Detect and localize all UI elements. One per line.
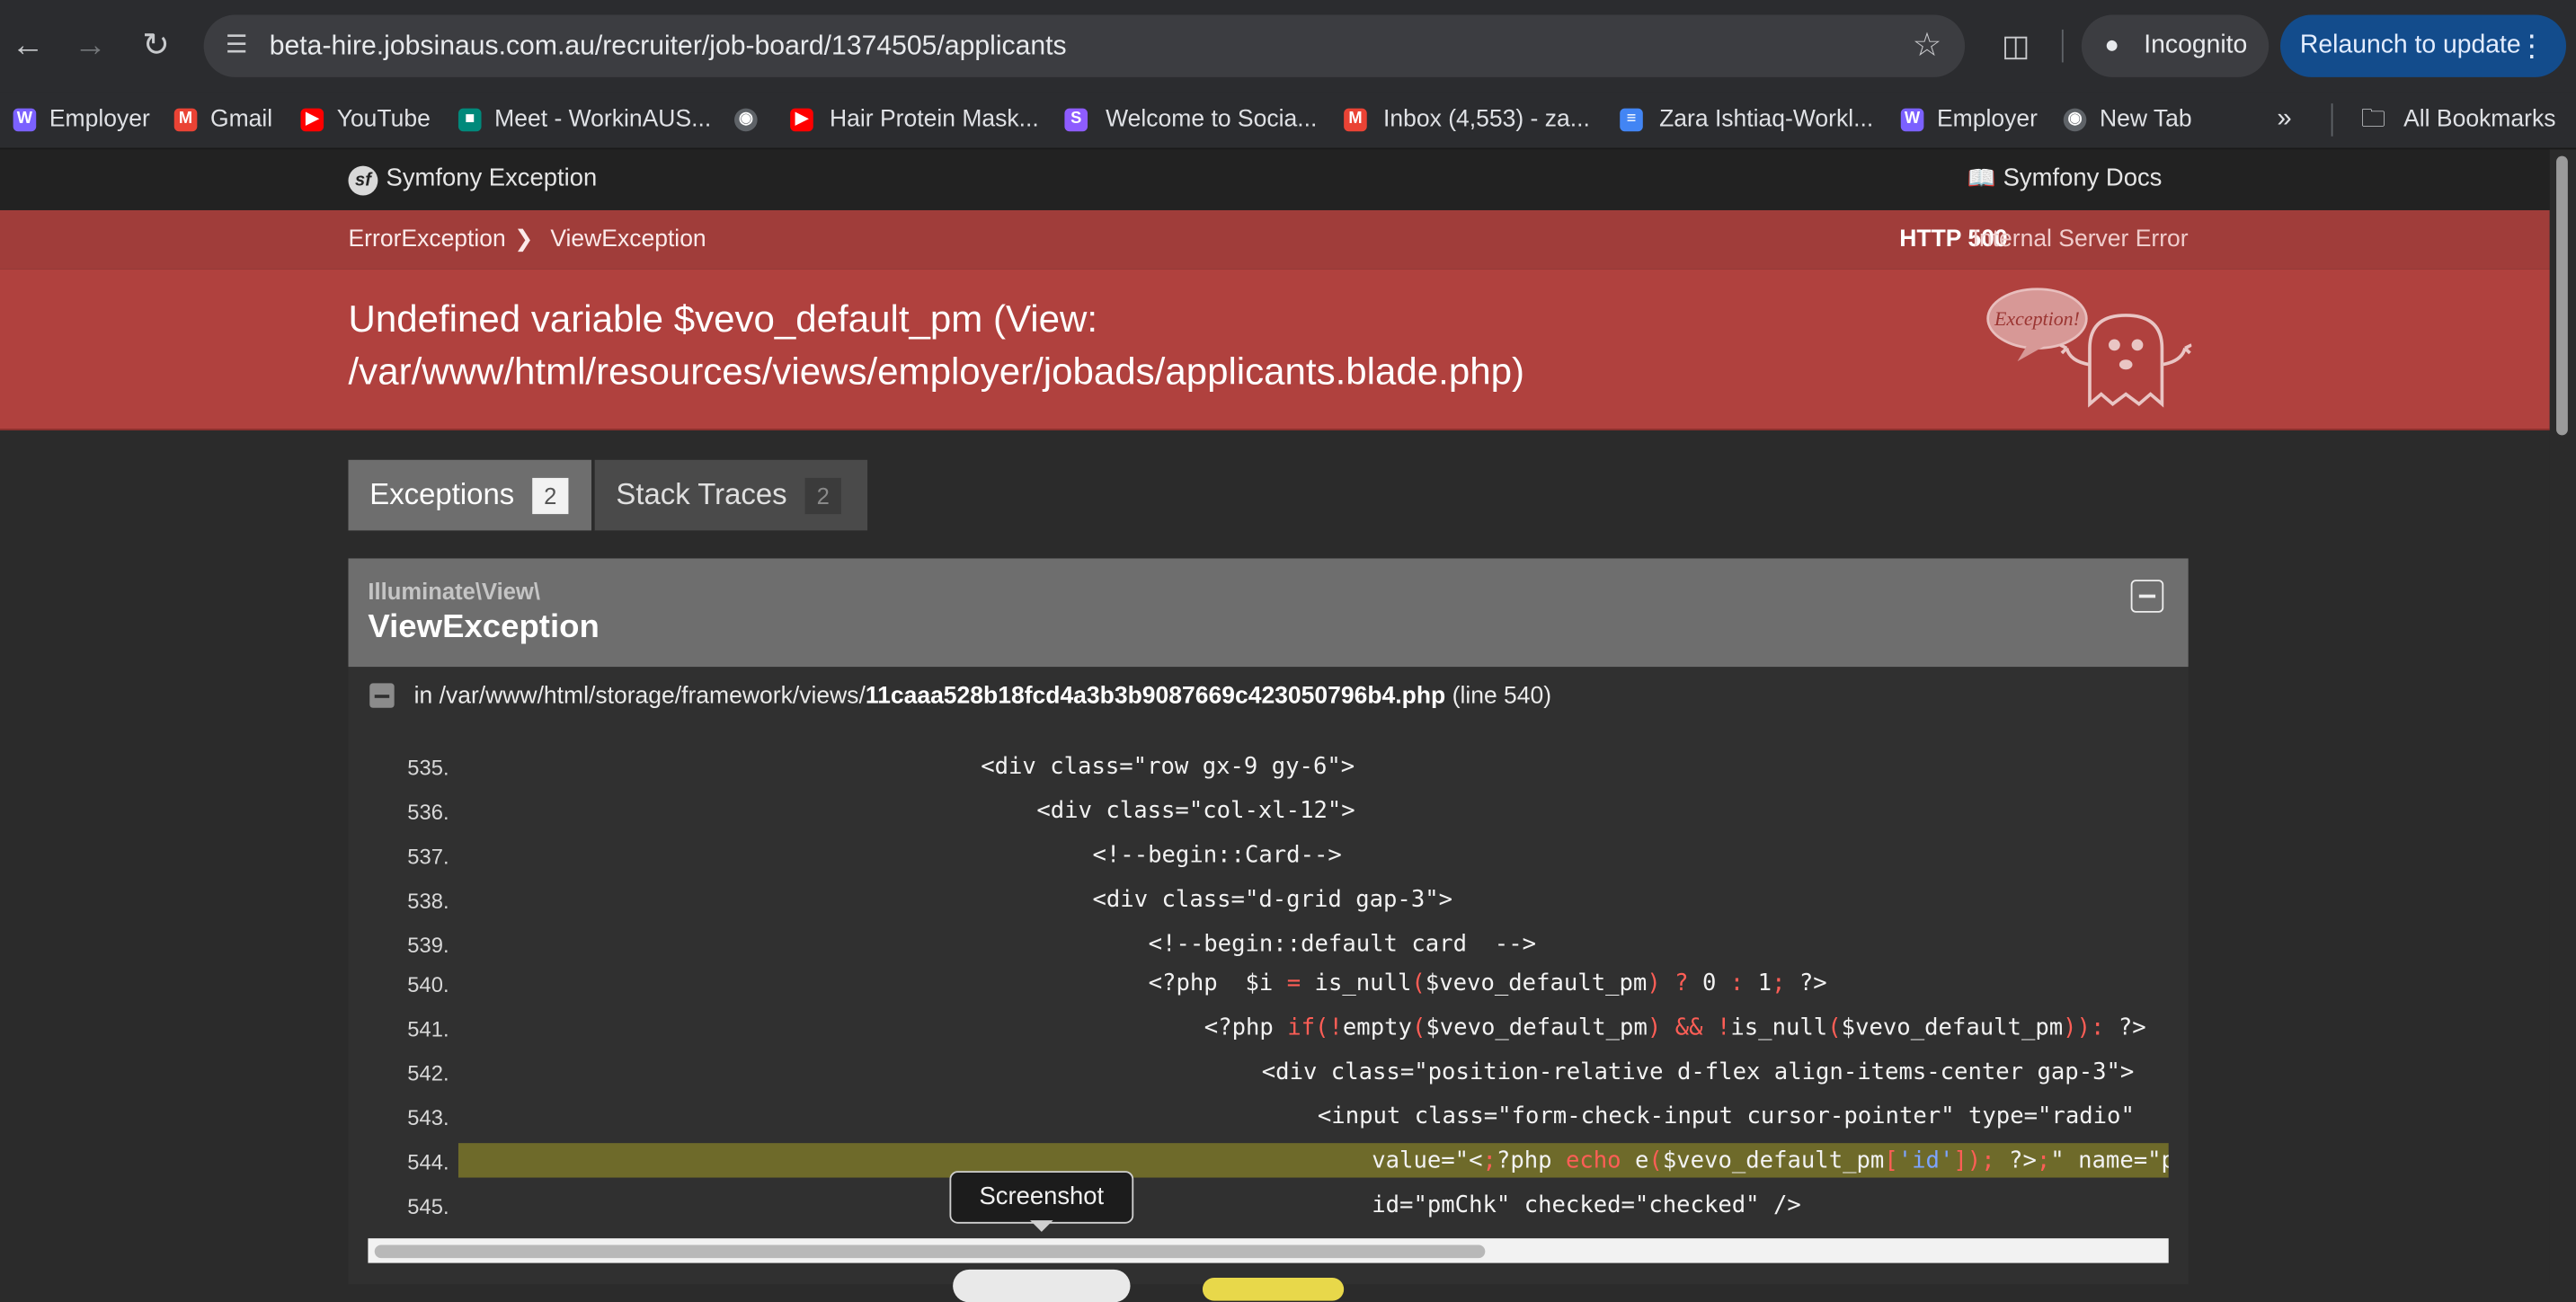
screen: ← → ↻ ☰ beta-hire.jobsinaus.com.au/recru… [0, 0, 2576, 1302]
symfony-docs-link[interactable]: Symfony Docs [2003, 164, 2163, 192]
symfony-logo-icon: sf [348, 165, 378, 196]
capture-option-button[interactable] [1202, 1278, 1345, 1301]
http-status-text: Internal Server Error [1972, 226, 2189, 253]
screenshot-tooltip: Screenshot [949, 1171, 1134, 1224]
tab-stack-traces-label: Stack Traces [616, 477, 787, 511]
line-number: 540. [407, 972, 449, 997]
tooltip-arrow [1030, 1220, 1053, 1232]
breadcrumb-error-exception[interactable]: ErrorException [348, 226, 505, 252]
back-arrow-icon[interactable]: ← [4, 23, 50, 69]
toolbar-divider [2061, 29, 2064, 63]
line-number: 541. [407, 1016, 449, 1041]
incognito-indicator[interactable]: ● Incognito [2081, 14, 2270, 77]
tab-exceptions-count: 2 [532, 477, 569, 515]
reload-icon[interactable]: ↻ [133, 23, 179, 69]
line-number: 536. [407, 800, 449, 825]
line-number: 542. [407, 1060, 449, 1086]
exception-namespace: Illuminate\View\ [368, 578, 540, 605]
capture-button[interactable] [953, 1269, 1131, 1302]
line-number: 539. [407, 933, 449, 958]
code-line: <div class="d-grid gap-3"> [1092, 887, 1453, 914]
all-bookmarks-label: All Bookmarks [2403, 106, 2556, 134]
more-bookmarks-chevron-icon[interactable]: » [2277, 99, 2291, 142]
forward-arrow-icon[interactable]: → [67, 23, 113, 69]
line-number: 538. [407, 888, 449, 914]
bookmark-star-icon[interactable]: ☆ [1913, 28, 1942, 64]
workinaus-icon: W [1900, 108, 1924, 132]
extensions-icon[interactable]: ◫ [1994, 24, 2038, 67]
horizontal-scrollbar[interactable] [368, 1238, 2169, 1263]
book-icon: 📖 [1967, 164, 1996, 191]
url-text[interactable]: beta-hire.jobsinaus.com.au/recruiter/job… [270, 14, 1067, 76]
tab-stack-traces-count: 2 [804, 477, 841, 515]
chevron-right-icon: ❯ [514, 225, 534, 252]
line-number: 535. [407, 755, 449, 781]
address-bar[interactable]: ☰ beta-hire.jobsinaus.com.au/recruiter/j… [203, 14, 1966, 77]
code-line: <input class="form-check-input cursor-po… [1317, 1103, 2135, 1130]
exception-message-area: Undefined variable $vevo_default_pm (Vie… [0, 269, 2550, 430]
incognito-icon: ● [2104, 31, 2119, 59]
exception-class: ViewException [368, 609, 600, 646]
code-line: <div class="position-relative d-flex ali… [1261, 1058, 2135, 1086]
youtube-icon: ▶ [300, 108, 324, 132]
code-line: <?php if(!empty($vevo_default_pm) && !is… [1204, 1014, 2146, 1041]
collapse-all-icon[interactable] [2130, 580, 2164, 613]
vertical-scrollbar[interactable] [2549, 149, 2576, 1285]
symfony-header: sf Symfony Exception 📖 Symfony Docs [0, 149, 2550, 210]
code-line: <!--begin::Card--> [1092, 842, 1342, 869]
bookmarks-divider [2331, 103, 2333, 137]
more-menu-icon[interactable]: ⋮ [2517, 14, 2546, 76]
meet-icon: ■ [457, 108, 482, 132]
exception-file-location: in /var/www/html/storage/framework/views… [413, 683, 1552, 710]
incognito-label: Incognito [2144, 31, 2248, 59]
line-number: 537. [407, 844, 449, 869]
ghost-bubble-text: Exception! [1994, 307, 2080, 330]
site-settings-icon[interactable]: ☰ [220, 30, 253, 63]
symfony-title: Symfony Exception [386, 164, 598, 192]
gmail-icon: M [173, 108, 198, 132]
line-number: 545. [407, 1193, 449, 1219]
youtube-icon: ▶ [790, 108, 813, 132]
breadcrumb-view-exception[interactable]: ViewException [550, 226, 706, 252]
exception-message: Undefined variable $vevo_default_pm (Vie… [348, 297, 1524, 393]
bookmarks-bar: W Employer M Gmail ▶ YouTube ■ Meet - Workin… [0, 92, 2576, 150]
workinaus-icon: W [13, 108, 37, 132]
code-line: id="pmChk" checked="checked" /> [1372, 1191, 1801, 1219]
gmail-icon: M [1344, 108, 1367, 132]
code-line-highlighted: <?php $i = is_null($vevo_default_pm) ? 0… [1148, 970, 1827, 997]
exception-breadcrumb-bar: ErrorException ❯ ViewException HTTP 500 … [0, 209, 2550, 270]
tab-exceptions[interactable]: Exceptions 2 [348, 459, 592, 531]
exception-header: Illuminate\View\ ViewException [348, 558, 2189, 668]
scrollbar-thumb[interactable] [2556, 155, 2568, 436]
code-line: <!--begin::default card --> [1148, 931, 1537, 958]
code-excerpt: 535. <div class="row gx-9 gy-6"> 536. <d… [348, 736, 2188, 1228]
folder-icon: 🗀 [2360, 104, 2386, 134]
relaunch-button[interactable]: Relaunch to update ⋮ [2280, 14, 2567, 77]
tab-stack-traces[interactable]: Stack Traces 2 [594, 459, 868, 531]
globe-icon: ◉ [2063, 108, 2087, 132]
code-line: <div class="col-xl-12"> [1036, 798, 1355, 825]
social-icon: S [1064, 108, 1088, 132]
scrollbar-thumb[interactable] [374, 1244, 1486, 1259]
globe-icon: ◉ [734, 108, 758, 132]
exception-panel: Illuminate\View\ ViewException in /var/w… [348, 558, 2189, 1285]
browser-toolbar: ← → ↻ ☰ beta-hire.jobsinaus.com.au/recru… [0, 0, 2576, 93]
collapse-code-icon[interactable] [369, 683, 395, 708]
code-line: <div class="row gx-9 gy-6"> [981, 753, 1355, 781]
relaunch-label: Relaunch to update [2299, 31, 2521, 59]
exception-ghost-icon: Exception! [1986, 288, 2192, 408]
code-line: value="<;?php echo e($vevo_default_pm['i… [1372, 1147, 2168, 1174]
line-number: 543. [407, 1105, 449, 1130]
tab-exceptions-label: Exceptions [369, 477, 515, 511]
docs-icon: ≡ [1620, 108, 1643, 132]
line-number: 544. [407, 1149, 449, 1174]
